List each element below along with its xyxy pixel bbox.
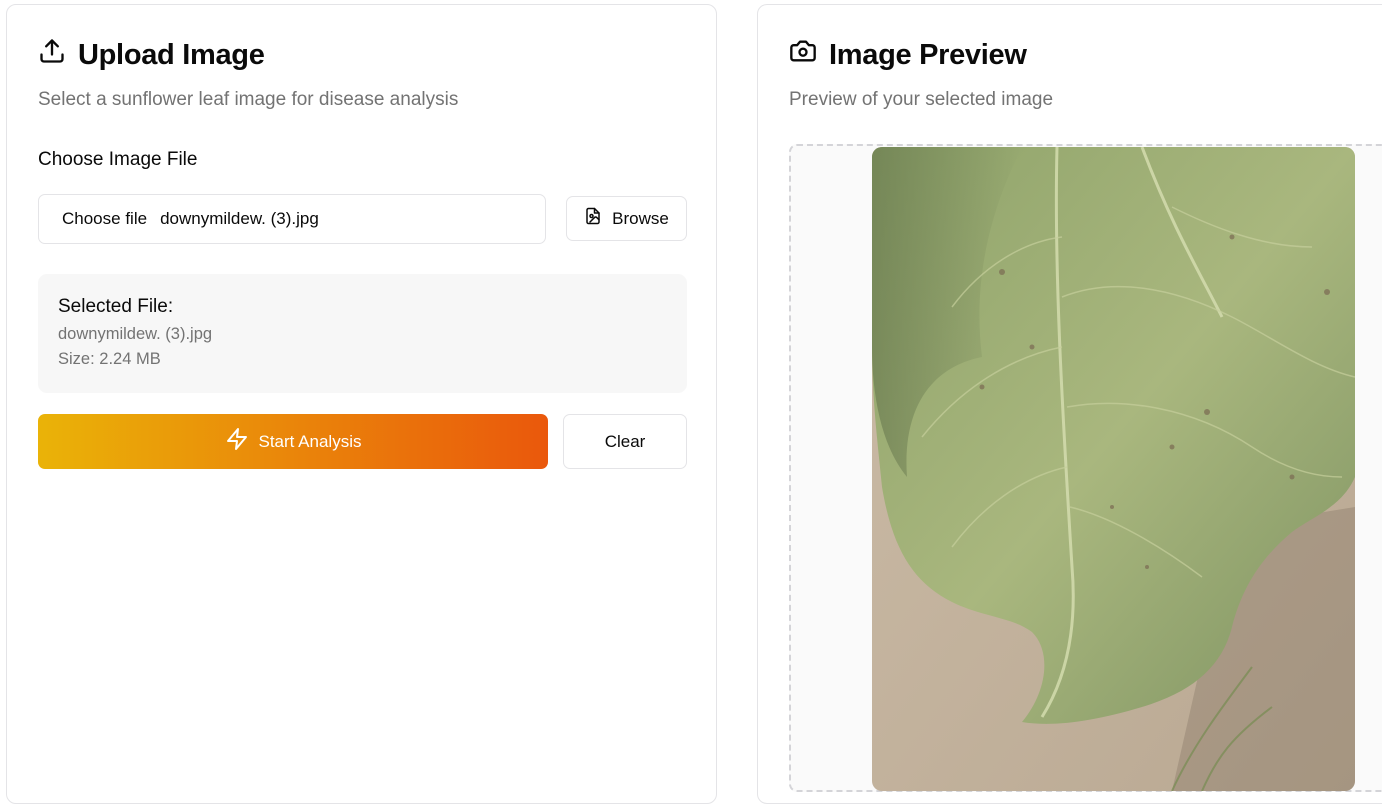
selected-file-size: Size: 2.24 MB <box>58 350 161 368</box>
upload-icon <box>38 37 66 73</box>
start-analysis-label: Start Analysis <box>258 431 362 451</box>
upload-title-text: Upload Image <box>78 38 265 71</box>
preview-card: Image Preview Preview of your selected i… <box>757 4 1382 804</box>
start-analysis-button[interactable]: Start Analysis <box>38 414 548 469</box>
selected-file-title: Selected File: <box>58 296 174 317</box>
preview-description: Preview of your selected image <box>789 89 1054 110</box>
file-image-icon <box>584 207 602 230</box>
chosen-file-name: downymildew. (3).jpg <box>160 209 319 228</box>
upload-description: Select a sunflower leaf image for diseas… <box>38 89 459 110</box>
upload-card: Upload Image Select a sunflower leaf ima… <box>6 4 717 804</box>
clear-button[interactable]: Clear <box>563 414 687 469</box>
preview-title-text: Image Preview <box>829 38 1027 71</box>
upload-card-title: Upload Image <box>38 37 265 73</box>
zap-icon <box>225 427 249 456</box>
camera-icon <box>789 37 817 73</box>
browse-label: Browse <box>612 208 669 228</box>
file-input[interactable]: Choose file downymildew. (3).jpg <box>38 194 546 244</box>
leaf-preview-image <box>872 147 1355 791</box>
preview-card-title: Image Preview <box>789 37 1027 73</box>
browse-button[interactable]: Browse <box>566 196 687 241</box>
choose-file-label: Choose Image File <box>38 149 198 170</box>
selected-file-name: downymildew. (3).jpg <box>58 325 213 343</box>
selected-file-info: Selected File: downymildew. (3).jpg Size… <box>38 274 687 393</box>
image-preview-area <box>789 144 1382 792</box>
choose-file-button[interactable]: Choose file <box>62 209 147 229</box>
